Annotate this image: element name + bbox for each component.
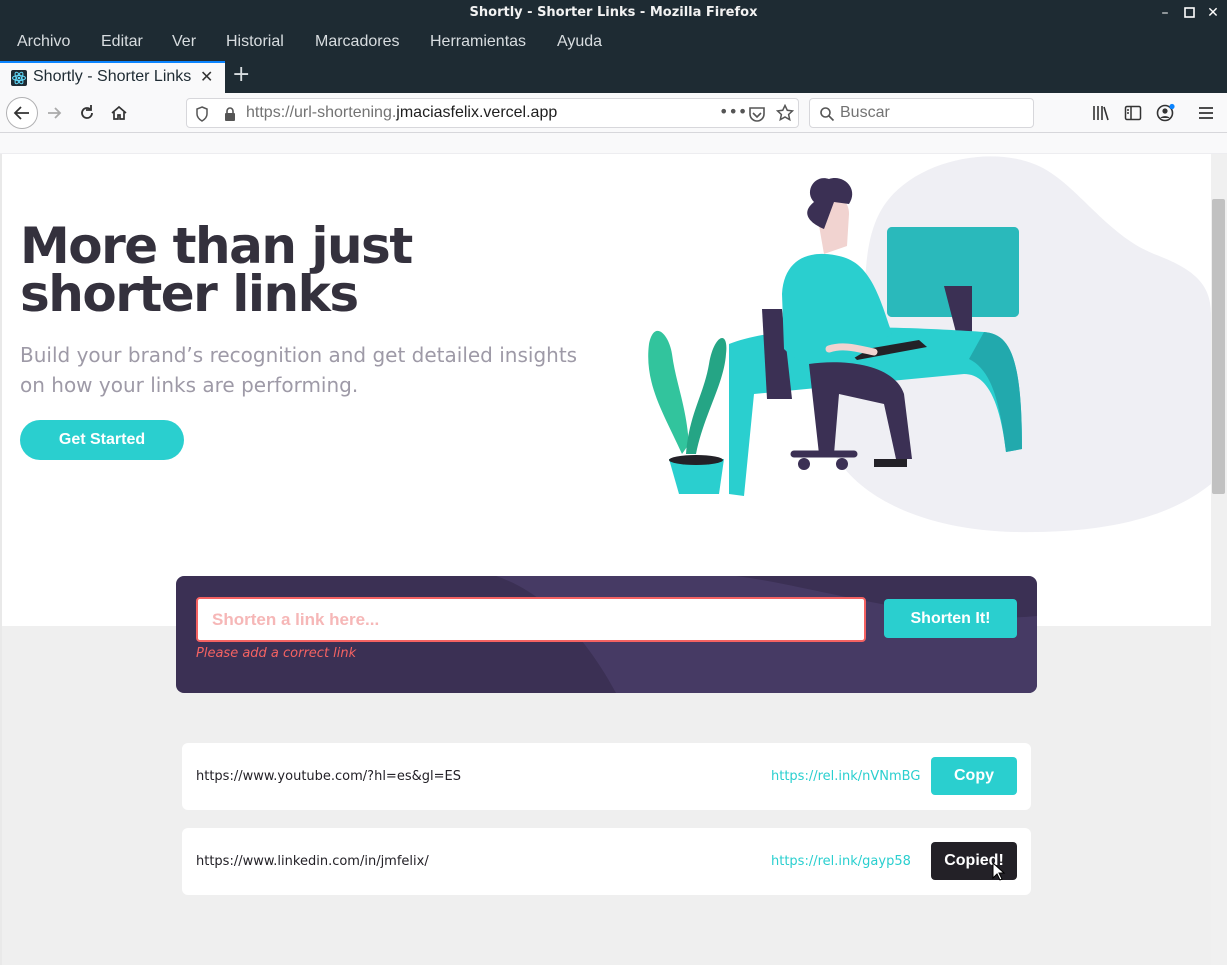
menu-historial[interactable]: Historial bbox=[226, 33, 284, 51]
menu-archivo[interactable]: Archivo bbox=[17, 33, 70, 51]
menu-marcadores[interactable]: Marcadores bbox=[315, 33, 399, 51]
home-icon bbox=[111, 105, 127, 120]
working-person-illustration bbox=[648, 156, 1211, 533]
hero-title: More than just shorter links bbox=[20, 217, 413, 323]
short-url[interactable]: https://rel.ink/gayp58 bbox=[771, 854, 911, 869]
menu-ver[interactable]: Ver bbox=[172, 33, 196, 51]
result-card: https://www.linkedin.com/in/jmfelix/ htt… bbox=[182, 828, 1031, 895]
account-icon[interactable] bbox=[1156, 103, 1176, 123]
shield-icon[interactable] bbox=[195, 106, 209, 122]
maximize-icon[interactable] bbox=[1179, 3, 1199, 23]
original-url: https://www.linkedin.com/in/jmfelix/ bbox=[196, 854, 429, 869]
original-url: https://www.youtube.com/?hl=es&gl=ES bbox=[196, 769, 461, 784]
mouse-cursor-icon bbox=[992, 862, 1006, 881]
pocket-icon[interactable] bbox=[748, 105, 766, 123]
reload-icon bbox=[81, 105, 93, 119]
menu-ayuda[interactable]: Ayuda bbox=[557, 33, 602, 51]
shorten-button[interactable]: Shorten It! bbox=[884, 599, 1017, 638]
page-actions-icon[interactable]: ••• bbox=[719, 102, 747, 121]
copy-button[interactable]: Copy bbox=[931, 757, 1017, 795]
window-title: Shortly - Shorter Links - Mozilla Firefo… bbox=[469, 5, 758, 20]
toolbar-separator bbox=[0, 133, 1227, 154]
scrollbar-thumb[interactable] bbox=[1212, 199, 1225, 494]
shorten-input[interactable]: Shorten a link here... bbox=[196, 597, 866, 642]
close-window-icon[interactable]: ✕ bbox=[1203, 3, 1223, 23]
shorten-placeholder: Shorten a link here... bbox=[212, 610, 380, 629]
search-placeholder: Buscar bbox=[840, 104, 890, 121]
library-icon[interactable] bbox=[1092, 104, 1110, 122]
bookmark-star-icon[interactable] bbox=[776, 104, 794, 122]
arrow-right-icon bbox=[48, 107, 62, 119]
search-bar[interactable]: Buscar bbox=[809, 98, 1034, 128]
tab-strip: Shortly - Shorter Links ✕ + bbox=[0, 59, 1227, 93]
close-tab-icon[interactable]: ✕ bbox=[200, 67, 213, 86]
get-started-button[interactable]: Get Started bbox=[20, 420, 184, 460]
menubar: Archivo Editar Ver Historial Marcadores … bbox=[0, 27, 1227, 59]
window-titlebar: Shortly - Shorter Links - Mozilla Firefo… bbox=[0, 0, 1227, 27]
shorten-form: Shorten a link here... Shorten It! Pleas… bbox=[176, 576, 1037, 693]
page-viewport: More than just shorter links Build your … bbox=[2, 154, 1211, 965]
short-url[interactable]: https://rel.ink/nVNmBG bbox=[771, 769, 920, 784]
result-card: https://www.youtube.com/?hl=es&gl=ES htt… bbox=[182, 743, 1031, 810]
navigation-toolbar: https://url-shortening.jmaciasfelix.verc… bbox=[0, 93, 1227, 133]
back-button[interactable] bbox=[6, 97, 38, 129]
reload-button[interactable] bbox=[73, 99, 101, 127]
react-icon bbox=[11, 70, 27, 86]
search-icon bbox=[820, 107, 835, 122]
tab-shortly[interactable]: Shortly - Shorter Links ✕ bbox=[0, 61, 225, 93]
input-error-message: Please add a correct link bbox=[196, 646, 357, 661]
menu-editar[interactable]: Editar bbox=[101, 33, 143, 51]
tab-title: Shortly - Shorter Links bbox=[33, 68, 192, 85]
menu-herramientas[interactable]: Herramientas bbox=[430, 33, 526, 51]
new-tab-icon[interactable]: + bbox=[232, 62, 250, 87]
hero-subtitle: Build your brand’s recognition and get d… bbox=[20, 343, 578, 397]
minimize-icon[interactable]: – bbox=[1155, 3, 1175, 23]
sidebar-icon[interactable] bbox=[1124, 104, 1142, 122]
arrow-left-icon bbox=[13, 106, 29, 120]
home-button[interactable] bbox=[105, 99, 133, 127]
url-bar[interactable]: https://url-shortening.jmaciasfelix.verc… bbox=[186, 98, 799, 128]
lock-icon[interactable] bbox=[223, 106, 237, 122]
hamburger-menu-icon[interactable] bbox=[1197, 104, 1215, 122]
url-text[interactable]: https://url-shortening.jmaciasfelix.verc… bbox=[246, 104, 557, 122]
forward-button[interactable] bbox=[41, 99, 69, 127]
